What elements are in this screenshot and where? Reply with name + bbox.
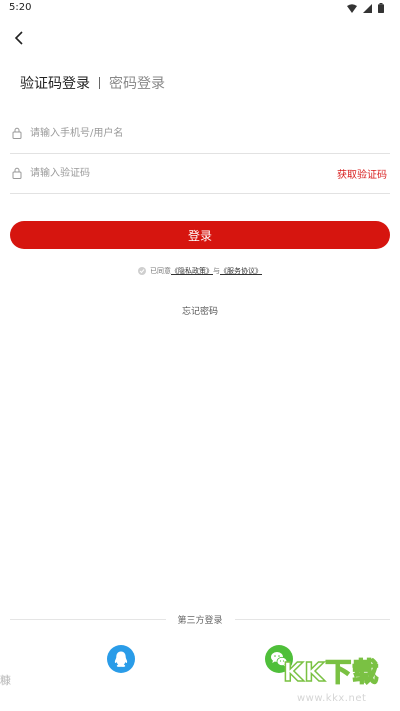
tab-divider xyxy=(99,77,100,89)
qq-login-button[interactable] xyxy=(107,645,135,673)
status-time: 5:20 xyxy=(9,2,32,13)
chevron-left-icon xyxy=(14,31,23,45)
check-icon xyxy=(139,269,145,274)
watermark-fragment: 糠 xyxy=(0,674,11,687)
divider-line xyxy=(234,618,391,620)
qq-icon xyxy=(114,651,128,667)
lock-icon xyxy=(12,167,22,179)
agreement-row: 已同意 《隐私政策》 与 《服务协议》 xyxy=(0,266,400,276)
lock-icon xyxy=(12,127,22,139)
forgot-password-link[interactable]: 忘记密码 xyxy=(0,304,400,317)
privacy-policy-link[interactable]: 《隐私政策》 xyxy=(171,266,213,276)
login-button[interactable]: 登录 xyxy=(10,221,390,249)
wifi-icon xyxy=(347,3,357,13)
signal-icon xyxy=(363,3,372,13)
get-code-button[interactable]: 获取验证码 xyxy=(337,166,387,181)
phone-input[interactable] xyxy=(30,122,330,144)
tab-sms-login[interactable]: 验证码登录 xyxy=(20,73,90,93)
agreement-prefix: 已同意 xyxy=(150,267,171,275)
status-icons xyxy=(347,3,384,13)
watermark: KK下载 www.kkx.net xyxy=(282,652,400,710)
watermark-logo: KK下载 xyxy=(282,657,380,689)
back-button[interactable] xyxy=(10,28,30,48)
agreement-connector: 与 xyxy=(213,267,220,275)
service-agreement-link[interactable]: 《服务协议》 xyxy=(220,266,262,276)
third-party-divider: 第三方登录 xyxy=(10,612,391,626)
code-input[interactable] xyxy=(30,162,330,184)
login-tabs: 验证码登录 密码登录 xyxy=(20,73,165,93)
third-party-label: 第三方登录 xyxy=(177,615,223,626)
battery-icon xyxy=(378,3,384,13)
tab-password-login[interactable]: 密码登录 xyxy=(109,73,165,93)
status-bar: 5:20 xyxy=(0,0,400,16)
divider-line xyxy=(10,618,166,620)
agree-checkbox[interactable] xyxy=(138,267,146,275)
watermark-url: www.kkx.net xyxy=(297,693,367,704)
phone-field xyxy=(10,113,390,154)
code-field: 获取验证码 xyxy=(10,153,390,194)
